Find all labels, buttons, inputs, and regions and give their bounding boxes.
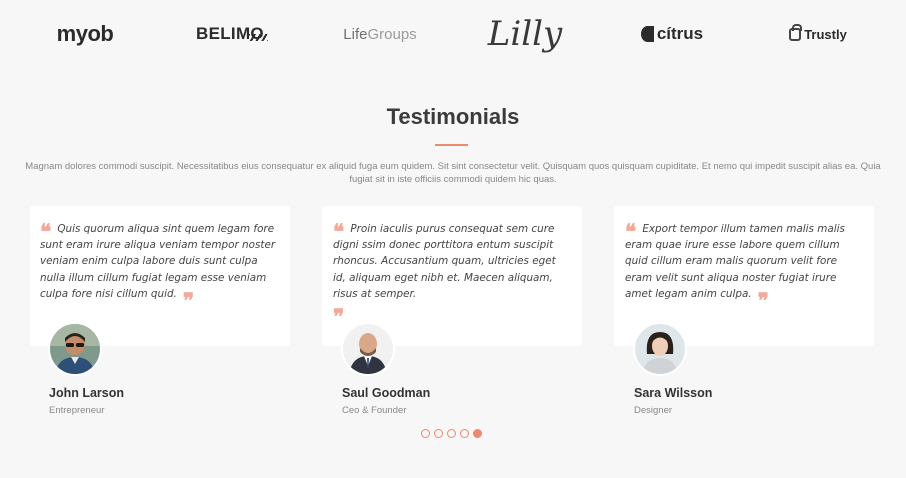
citrus-leaf-icon — [640, 26, 654, 42]
carousel-pagination — [421, 429, 482, 439]
myob-logo: myob — [45, 10, 125, 58]
lifegroups-logo-text-b: Groups — [367, 25, 417, 43]
lifegroups-logo-text-a: Life — [343, 25, 368, 43]
pagination-dot-1[interactable] — [421, 429, 430, 438]
person-name: John Larson — [49, 386, 125, 400]
padlock-icon — [789, 23, 803, 41]
myob-logo-text: myob — [56, 21, 114, 46]
trustly-logo-text: Trustly — [804, 26, 847, 42]
person-name: Saul Goodman — [342, 386, 431, 400]
trustly-logo: Trustly — [778, 10, 858, 58]
person-photo-sara — [635, 324, 685, 374]
citrus-logo: cítrus — [632, 10, 712, 58]
belimo-logo: BELIMO — [190, 10, 270, 58]
section-title: Testimonials — [386, 104, 520, 129]
testimonial-quote-text: Proin iaculis purus consequat sem cure d… — [333, 223, 556, 300]
pagination-dot-3[interactable] — [447, 429, 456, 438]
lifegroups-logo: Life Groups — [335, 10, 425, 58]
person-role: Designer — [634, 405, 673, 416]
testimonial-quote: ❝ Export tempor illum tamen malis malis e… — [625, 221, 865, 311]
testimonial-quote: ❝ Quis quorum aliqua sint quem legam fore… — [40, 221, 276, 311]
clients-logo-strip: myob BELIMO Life Groups Lilly cítrus Trus… — [0, 10, 906, 58]
testimonial-quote-text: Quis quorum aliqua sint quem legam fore … — [40, 223, 276, 300]
lilly-logo-text: Lilly — [487, 14, 563, 54]
lilly-logo: Lilly — [485, 10, 565, 58]
person-role: Entrepreneur — [49, 405, 105, 416]
person-photo-john — [50, 324, 100, 374]
avatar — [48, 322, 102, 376]
quote-close-icon: ❞ — [333, 304, 345, 330]
belimo-logo-text: BELIMO — [196, 24, 268, 43]
avatar — [633, 322, 687, 376]
person-photo-saul — [343, 324, 393, 374]
pagination-dot-2[interactable] — [434, 429, 443, 438]
quote-close-icon: ❞ — [757, 287, 769, 313]
title-underline — [435, 144, 468, 146]
pagination-dot-4[interactable] — [460, 429, 469, 438]
testimonial-quote-text: Export tempor illum tamen malis malis er… — [625, 223, 845, 300]
section-description: Magnam dolores commodi suscipit. Necessi… — [25, 161, 881, 185]
person-role: Ceo & Founder — [342, 405, 407, 416]
person-name: Sara Wilsson — [634, 386, 713, 400]
avatar — [341, 322, 395, 376]
quote-close-icon: ❞ — [182, 287, 195, 313]
citrus-logo-text: cítrus — [656, 24, 704, 43]
testimonial-quote: ❝ Proin iaculis purus consequat sem cure … — [333, 221, 569, 327]
pagination-dot-5[interactable] — [473, 429, 482, 438]
